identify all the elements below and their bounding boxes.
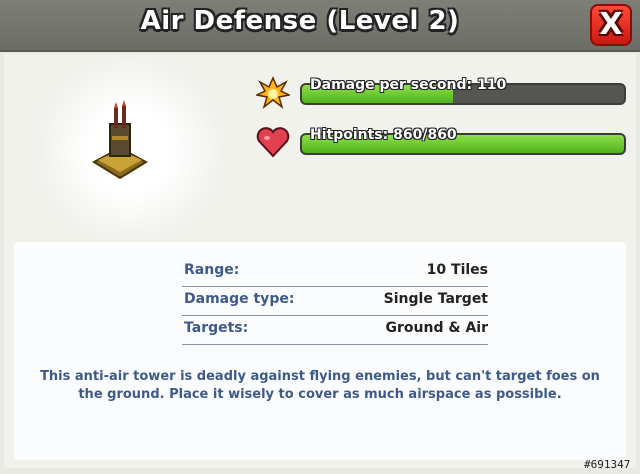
info-box: Range: 10 Tiles Damage type: Single Targ… — [14, 242, 626, 460]
hitpoints-label: Hitpoints: 860/860 — [310, 127, 457, 143]
description-text: This anti-air tower is deadly against fl… — [40, 369, 600, 402]
damage-burst-icon — [254, 76, 292, 114]
damage-label: Damage per second: 110 — [310, 77, 507, 93]
range-label: Range: — [184, 262, 240, 278]
targets-row: Targets: Ground & Air — [182, 316, 488, 345]
targets-label: Targets: — [184, 320, 249, 336]
title-bar: Air Defense (Level 2) X — [0, 0, 640, 52]
range-row: Range: 10 Tiles — [182, 258, 488, 287]
damage-type-value: Single Target — [383, 291, 488, 307]
air-defense-building-icon — [88, 100, 152, 190]
damage-type-row: Damage type: Single Target — [182, 287, 488, 316]
watermark-id: #691347 — [584, 458, 631, 471]
range-value: 10 Tiles — [426, 262, 488, 278]
building-title: Air Defense (Level 2) — [140, 6, 460, 36]
heart-icon — [256, 126, 290, 162]
damage-type-label: Damage type: — [184, 291, 295, 307]
targets-value: Ground & Air — [385, 320, 488, 336]
close-button[interactable]: X — [590, 4, 632, 46]
